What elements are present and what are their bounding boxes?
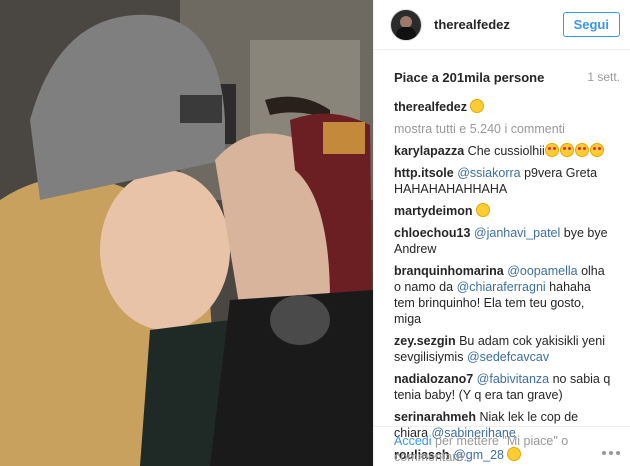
post-side-panel: therealfedez Segui Piace a 201mila perso…	[373, 0, 630, 466]
comment-mention[interactable]: @sedefcavcav	[467, 350, 549, 364]
show-all-comments-link[interactable]: mostra tutti e 5.240 i commenti	[394, 121, 614, 137]
comments-list: therealfedez mostra tutti e 5.240 i comm…	[374, 85, 630, 463]
likes-count[interactable]: Piace a 201mila persone	[394, 70, 544, 85]
comment-mention[interactable]: @chiaraferragni	[457, 280, 546, 294]
list-item: branquinhomarina @oopamella olha o namo …	[394, 263, 614, 327]
list-item: martydeimon	[394, 203, 614, 219]
author-username[interactable]: therealfedez	[434, 17, 563, 32]
emoji-icon	[589, 143, 604, 157]
comment-mention[interactable]: @ssiakorra	[457, 166, 520, 180]
comment-text: Che cussiolhii	[467, 144, 545, 158]
caption-username[interactable]: therealfedez	[394, 100, 467, 114]
comment-username[interactable]: serinarahmeh	[394, 410, 476, 424]
emoji-icon	[574, 143, 589, 157]
post-footer: Accedi per mettere "Mi piace" o commenta…	[374, 426, 630, 466]
list-item: zey.sezgin Bu adam cok yakisikli yeni se…	[394, 333, 614, 365]
emoji-icon	[559, 143, 574, 157]
comment-username[interactable]: chloechou13	[394, 226, 470, 240]
follow-button[interactable]: Segui	[562, 12, 620, 37]
emoji-icon	[544, 143, 559, 157]
comment-username[interactable]: nadialozano7	[394, 372, 473, 386]
more-options-icon[interactable]	[602, 450, 620, 456]
list-item: http.itsole @ssiakorra p9vera Greta HAHA…	[394, 165, 614, 197]
comment-mention[interactable]: @janhavi_patel	[474, 226, 560, 240]
couple-selfie-image	[0, 0, 373, 466]
avatar[interactable]	[390, 8, 422, 41]
caption: therealfedez	[394, 99, 614, 115]
list-item: nadialozano7 @fabivitanza no sabia q ten…	[394, 371, 614, 403]
comment-mention[interactable]: @oopamella	[507, 264, 577, 278]
emoji-icon	[470, 99, 485, 113]
login-link[interactable]: Accedi	[394, 434, 432, 448]
post-time[interactable]: 1 sett.	[587, 70, 620, 85]
post-header: therealfedez Segui	[374, 0, 630, 50]
emoji-icon	[475, 203, 490, 217]
comment-username[interactable]: zey.sezgin	[394, 334, 456, 348]
list-item: chloechou13 @janhavi_patel bye bye Andre…	[394, 225, 614, 257]
likes-row: Piace a 201mila persone 1 sett.	[374, 50, 630, 85]
comment-username[interactable]: branquinhomarina	[394, 264, 504, 278]
comment-username[interactable]: karylapazza	[394, 144, 464, 158]
comment-username[interactable]: martydeimon	[394, 204, 473, 218]
comment-username[interactable]: http.itsole	[394, 166, 454, 180]
post-photo[interactable]	[0, 0, 373, 466]
list-item: karylapazza Che cussiolhii	[394, 143, 614, 159]
comment-mention[interactable]: @fabivitanza	[477, 372, 549, 386]
